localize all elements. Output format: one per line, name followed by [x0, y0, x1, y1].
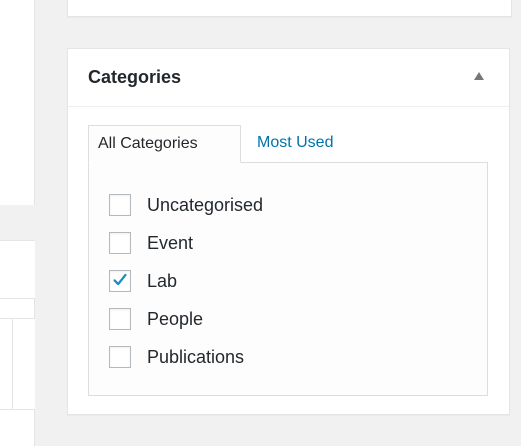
- checkbox[interactable]: [109, 194, 131, 216]
- checkbox[interactable]: [109, 308, 131, 330]
- category-label: People: [147, 308, 204, 329]
- list-item: People: [109, 306, 263, 344]
- category-checklist: Uncategorised Event Lab People Publicati…: [109, 192, 263, 382]
- tab-most-used[interactable]: Most Used: [257, 125, 333, 163]
- previous-metabox: [67, 0, 512, 17]
- categories-metabox: Categories All Categories Most Used Unca…: [67, 48, 510, 415]
- left-content-panel: [0, 240, 35, 299]
- category-event[interactable]: Event: [109, 230, 263, 256]
- category-label: Publications: [147, 346, 245, 367]
- list-item: Publications: [109, 344, 263, 382]
- checkbox[interactable]: [109, 346, 131, 368]
- category-lab[interactable]: Lab: [109, 268, 263, 294]
- category-label: Event: [147, 232, 194, 253]
- category-uncategorised[interactable]: Uncategorised: [109, 192, 263, 218]
- category-checklist-panel: Uncategorised Event Lab People Publicati…: [88, 162, 488, 396]
- category-label: Uncategorised: [147, 194, 264, 215]
- list-item: Uncategorised: [109, 192, 263, 230]
- triangle-up-icon[interactable]: [474, 72, 484, 80]
- left-content-panel-lower: [0, 318, 35, 410]
- list-item: Lab: [109, 268, 263, 306]
- checkbox[interactable]: [109, 270, 131, 292]
- tab-all-categories[interactable]: All Categories: [88, 125, 241, 163]
- checkmark-icon: [113, 273, 127, 286]
- category-people[interactable]: People: [109, 306, 263, 332]
- category-publications[interactable]: Publications: [109, 344, 263, 370]
- category-label: Lab: [147, 270, 178, 291]
- metabox-title: Categories: [88, 67, 182, 87]
- left-content-gap: [0, 205, 35, 240]
- metabox-header: Categories: [68, 49, 509, 107]
- checkbox[interactable]: [109, 232, 131, 254]
- list-item: Event: [109, 230, 263, 268]
